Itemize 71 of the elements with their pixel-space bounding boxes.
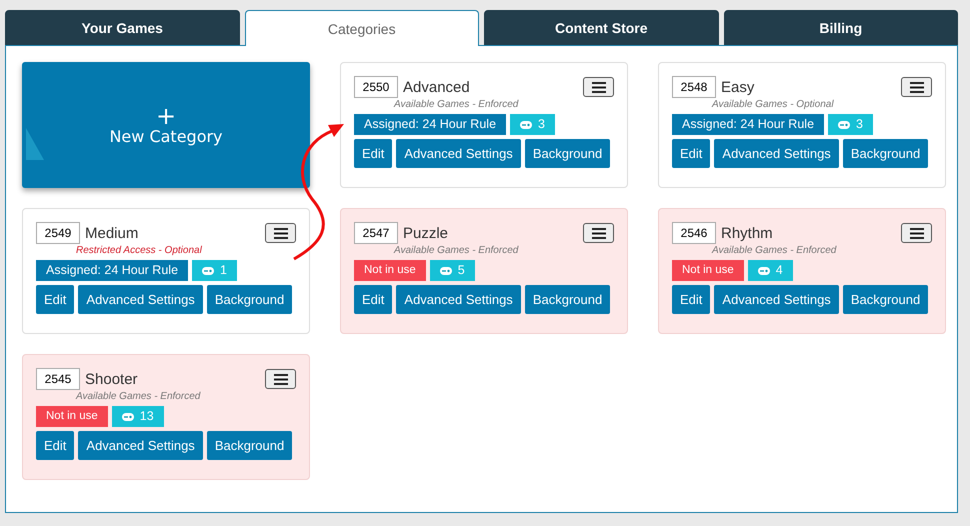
id-field[interactable]: 2549 [36, 222, 80, 244]
card-button[interactable]: Background [206, 285, 292, 314]
gamepad-icon [202, 266, 214, 274]
status-badge: Assigned: 24 Hour Rule [36, 260, 188, 281]
card-button[interactable]: Advanced Settings [396, 139, 521, 168]
tab[interactable]: Billing [724, 10, 958, 45]
menu-icon [592, 82, 606, 92]
game-count: 13 [140, 408, 154, 425]
menu-button[interactable] [901, 223, 932, 243]
category-name: Advanced [403, 78, 471, 96]
card-button[interactable]: Background [842, 139, 928, 168]
gamepad-icon [440, 266, 452, 274]
gamepad-icon [122, 412, 134, 420]
menu-button[interactable] [583, 77, 614, 97]
card-button[interactable]: Edit [36, 431, 74, 460]
category-name: Rhythm [721, 224, 774, 242]
gamepad-icon [838, 120, 850, 128]
menu-button[interactable] [265, 223, 296, 243]
status-badge: Not in use [672, 260, 744, 281]
card-button[interactable]: Edit [354, 285, 392, 314]
gamepad-icon [520, 120, 532, 128]
game-count: 1 [220, 262, 227, 279]
id-field[interactable]: 2550 [354, 76, 398, 98]
card-button[interactable]: Advanced Settings [714, 139, 839, 168]
status-badge: Assigned: 24 Hour Rule [672, 114, 824, 135]
access-note: Restricted Access - Optional [76, 244, 203, 258]
id-field[interactable]: 2548 [672, 76, 716, 98]
id-field[interactable]: 2546 [672, 222, 716, 244]
card-button[interactable]: Advanced Settings [78, 285, 203, 314]
access-note: Available Games - Optional [712, 98, 835, 112]
id-field[interactable]: 2545 [36, 368, 80, 390]
card-button[interactable]: Background [206, 431, 292, 460]
menu-icon [910, 82, 924, 92]
menu-button[interactable] [265, 369, 296, 389]
card-button[interactable]: Advanced Settings [396, 285, 521, 314]
card-button[interactable]: Background [842, 285, 928, 314]
menu-icon [274, 374, 288, 384]
menu-icon [910, 228, 924, 238]
new-category-button[interactable]: + New Category [22, 62, 310, 188]
access-note: Available Games - Enforced [394, 244, 520, 258]
access-note: Available Games - Enforced [394, 98, 520, 112]
category-name: Easy [721, 78, 756, 96]
tab[interactable]: Your Games [5, 10, 240, 45]
card-button[interactable]: Background [524, 139, 610, 168]
gamepad-icon [758, 266, 770, 274]
card-button[interactable]: Advanced Settings [714, 285, 839, 314]
menu-icon [274, 228, 288, 238]
tab[interactable]: Categories [244, 10, 479, 46]
category-name: Puzzle [403, 224, 450, 242]
category-name: Medium [85, 224, 140, 242]
access-note: Available Games - Enforced [712, 244, 838, 258]
game-count: 5 [458, 262, 465, 279]
menu-button[interactable] [583, 223, 614, 243]
access-note: Available Games - Enforced [76, 390, 202, 404]
menu-button[interactable] [901, 77, 932, 97]
card-button[interactable]: Edit [354, 139, 392, 168]
game-count: 3 [538, 116, 545, 133]
game-count: 3 [856, 116, 863, 133]
card-button[interactable]: Edit [672, 139, 710, 168]
tab[interactable]: Content Store [484, 10, 718, 45]
status-badge: Assigned: 24 Hour Rule [354, 114, 506, 135]
menu-icon [592, 228, 606, 238]
game-count: 4 [776, 262, 783, 279]
card-button[interactable]: Edit [672, 285, 710, 314]
id-field[interactable]: 2547 [354, 222, 398, 244]
card-button[interactable]: Advanced Settings [78, 431, 203, 460]
status-badge: Not in use [354, 260, 426, 281]
category-name: Shooter [85, 370, 139, 388]
card-button[interactable]: Edit [36, 285, 74, 314]
card-button[interactable]: Background [524, 285, 610, 314]
status-badge: Not in use [36, 406, 108, 427]
